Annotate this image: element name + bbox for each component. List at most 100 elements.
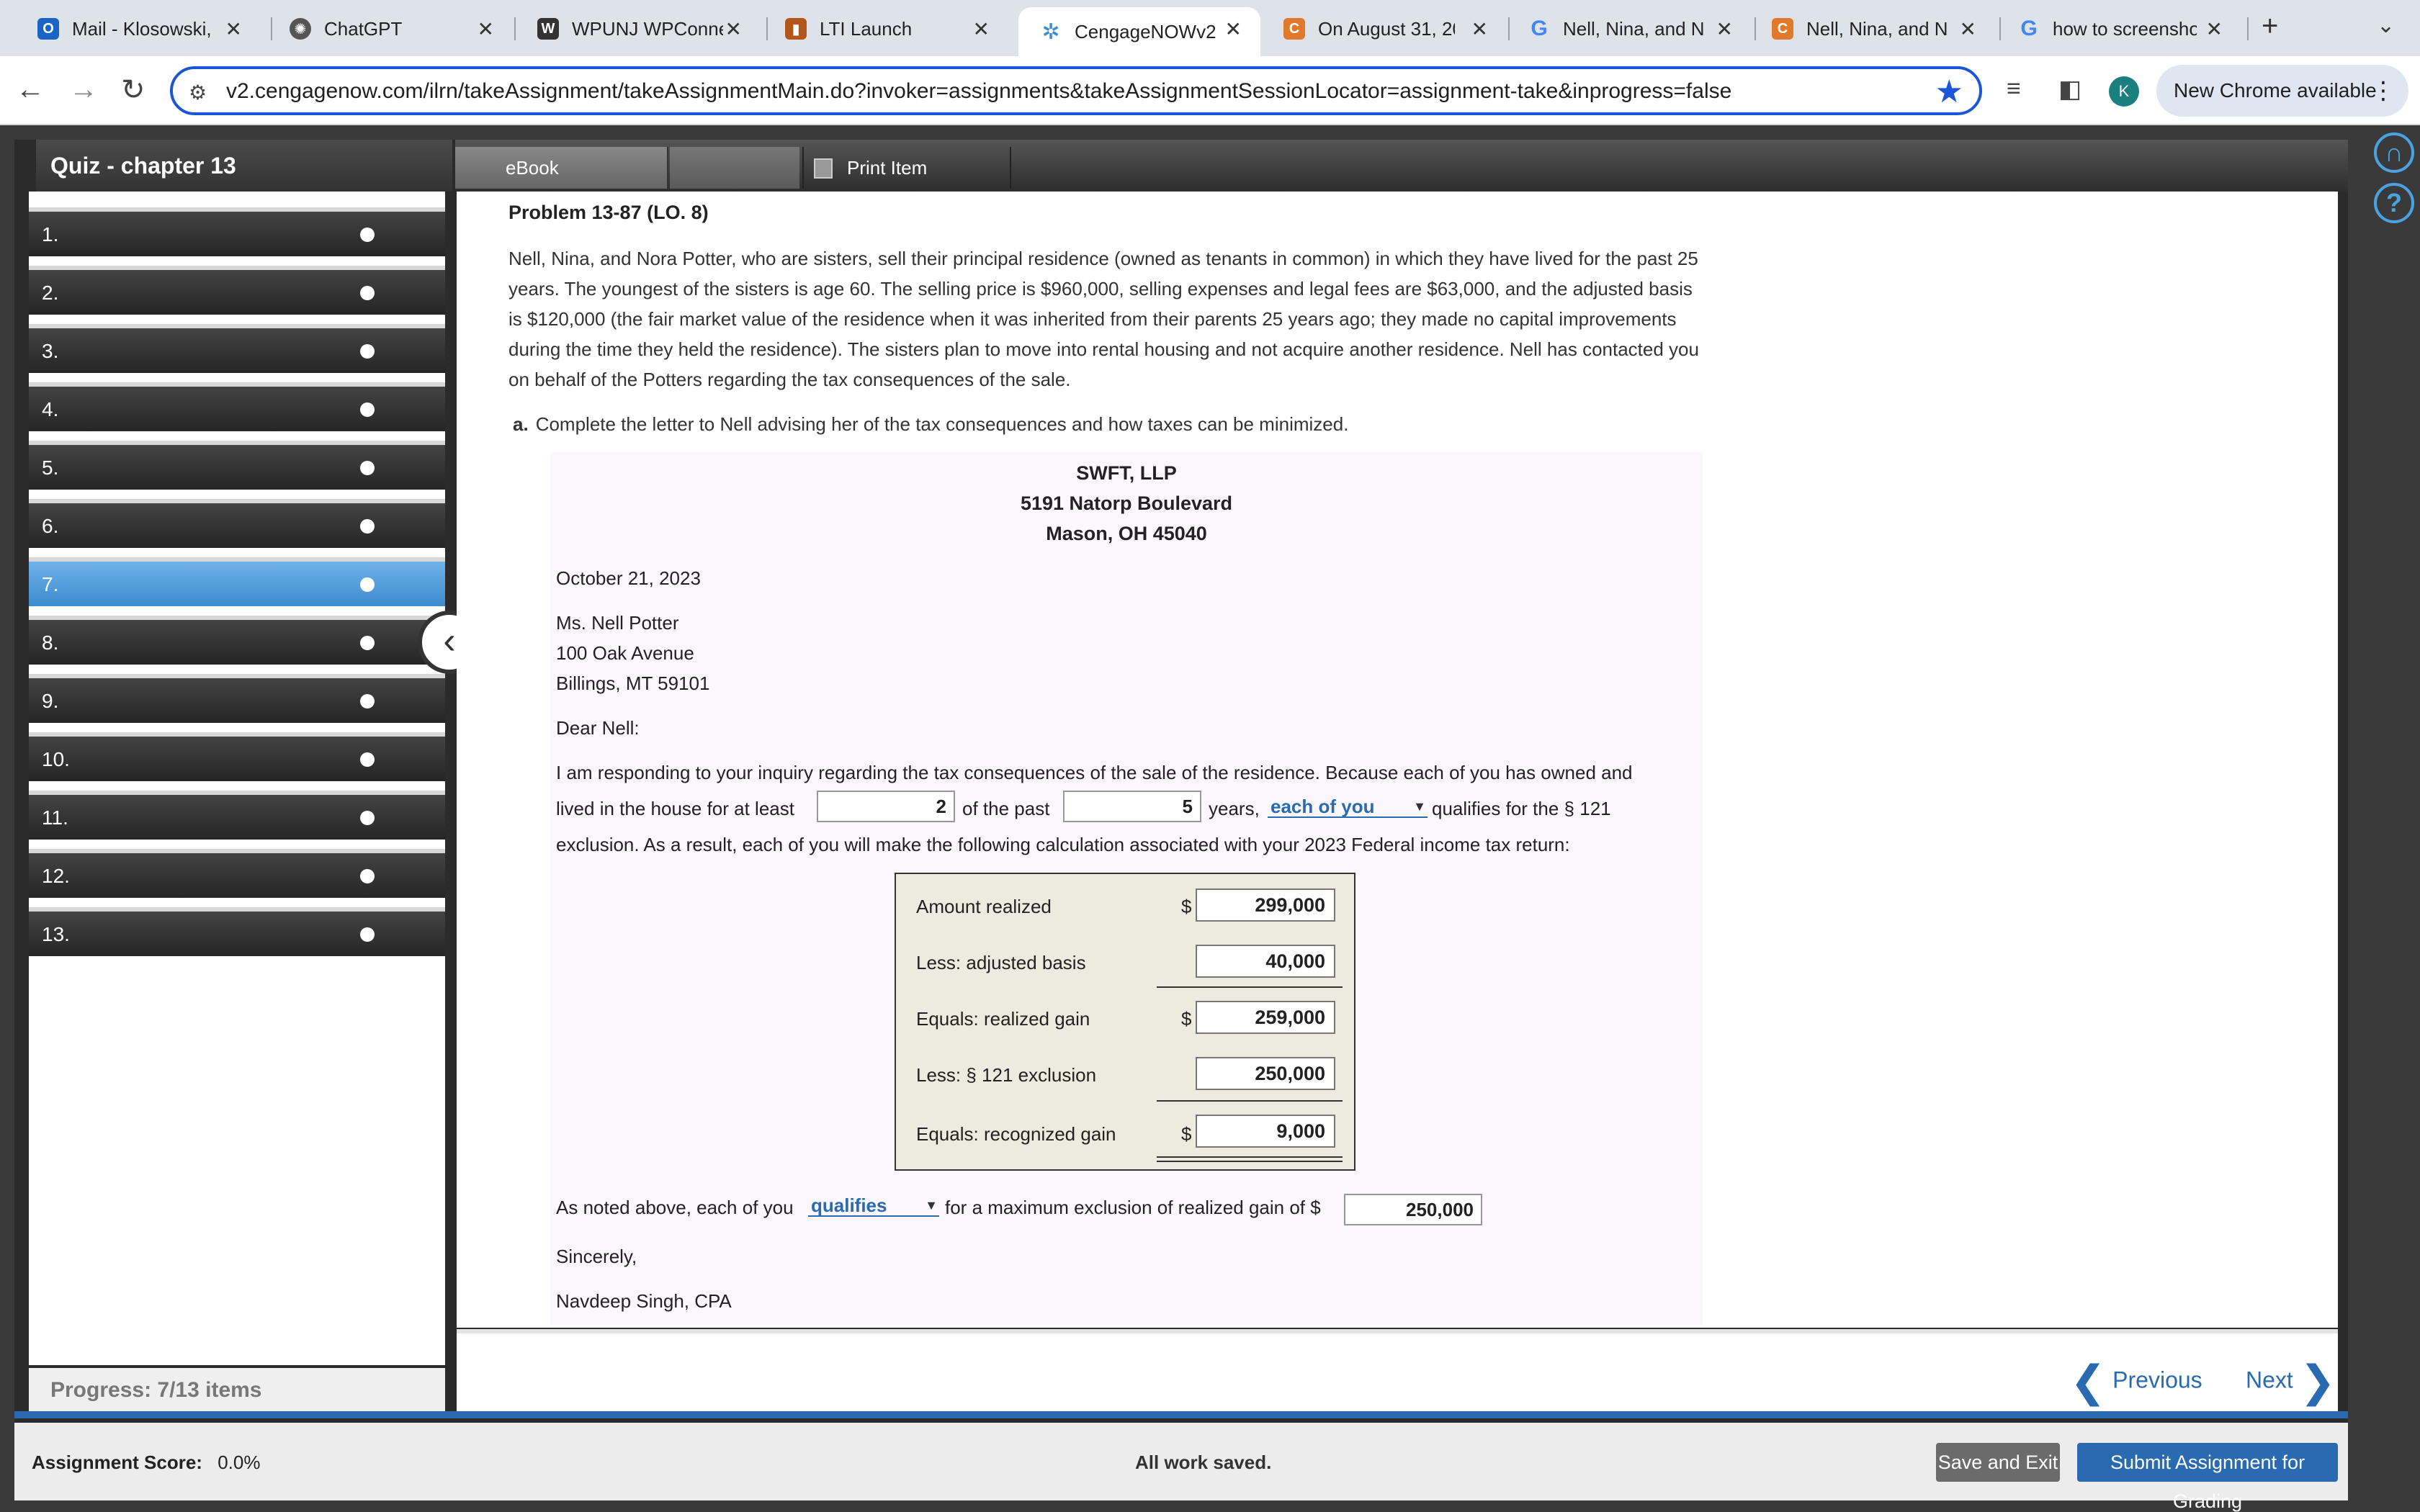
question-item-label: 13. — [42, 923, 70, 945]
question-item-label: 3. — [42, 340, 59, 362]
tab-search-chevron-icon[interactable]: ⌄ — [2377, 13, 2395, 38]
tab-lti-launch[interactable]: ▮ LTI Launch ✕ — [763, 7, 1008, 50]
question-item-label: 9. — [42, 690, 59, 712]
blank-tab[interactable] — [670, 147, 799, 189]
tab-title: CengageNOWv2 — [1075, 20, 1216, 42]
question-item-6[interactable]: 6. — [29, 499, 445, 548]
print-item-label: Print Item — [847, 157, 928, 179]
side-tools: ∩ ? — [2374, 132, 2417, 233]
letter-date: October 21, 2023 — [556, 567, 701, 589]
status-dot-icon — [360, 694, 375, 708]
question-item-10[interactable]: 10. — [29, 732, 445, 781]
total-double-rule — [1157, 1156, 1343, 1158]
new-tab-button[interactable]: + — [2262, 10, 2278, 42]
recipient-name: Ms. Nell Potter — [556, 612, 679, 634]
google-icon: G — [1531, 17, 1548, 40]
url-text[interactable]: v2.cengagenow.com/ilrn/takeAssignment/ta… — [226, 79, 1731, 104]
max-exclusion-input[interactable]: 250,000 — [1344, 1194, 1482, 1225]
close-icon[interactable]: ✕ — [1471, 17, 1488, 41]
close-icon[interactable]: ✕ — [2206, 17, 2223, 41]
reload-icon[interactable]: ↻ — [121, 73, 145, 107]
content-header: eBook Print Item — [455, 140, 2348, 192]
question-item-2[interactable]: 2. — [29, 266, 445, 315]
amount-realized-input[interactable]: 299,000 — [1196, 888, 1335, 922]
realized-gain-label: Equals: realized gain — [916, 1008, 1090, 1030]
close-icon[interactable]: ✕ — [1225, 17, 1242, 41]
problem-text: Nell, Nina, and Nora Potter, who are sis… — [508, 248, 1699, 390]
question-item-9[interactable]: 9. — [29, 674, 445, 723]
tab-wpunj[interactable]: W WPUNJ WPConne ✕ — [516, 7, 761, 50]
tab-separator — [2247, 17, 2249, 40]
outlook-icon: O — [37, 18, 59, 40]
question-item-1[interactable]: 1. — [29, 207, 445, 256]
tab-google-search-nell[interactable]: G Nell, Nina, and No ✕ — [1507, 7, 1752, 50]
back-arrow-icon[interactable]: ← — [16, 73, 45, 106]
recognized-gain-input[interactable]: 9,000 — [1196, 1115, 1335, 1148]
chrome-update-label: New Chrome available — [2174, 79, 2377, 102]
paragraph2-seg1: As noted above, each of you — [556, 1197, 794, 1218]
question-item-11[interactable]: 11. — [29, 791, 445, 840]
chevron-left-icon: ‹ — [443, 620, 456, 662]
question-item-label: 5. — [42, 456, 59, 479]
previous-button[interactable]: ❮ Previous — [2070, 1356, 2202, 1407]
chrome-update-button[interactable]: New Chrome available ⋮ — [2156, 65, 2408, 117]
question-item-label: 1. — [42, 223, 59, 246]
help-icon[interactable]: ? — [2374, 183, 2414, 223]
question-item-12[interactable]: 12. — [29, 849, 445, 898]
close-icon[interactable]: ✕ — [225, 17, 242, 41]
headset-support-icon[interactable]: ∩ — [2374, 132, 2414, 173]
next-label: Next — [2246, 1367, 2293, 1393]
part-a-text: Complete the letter to Nell advising her… — [535, 413, 1349, 435]
tab-title: LTI Launch — [820, 17, 913, 40]
submit-assignment-button[interactable]: Submit Assignment for Grading — [2077, 1443, 2338, 1512]
close-icon[interactable]: ✕ — [1716, 17, 1733, 41]
letter-firm-address1: 5191 Natorp Boulevard — [1020, 492, 1233, 514]
exclusion-input[interactable]: 250,000 — [1196, 1057, 1335, 1090]
question-item-5[interactable]: 5. — [29, 441, 445, 490]
tab-mail[interactable]: O Mail - Klosowski, ✕ — [16, 7, 261, 50]
close-icon[interactable]: ✕ — [478, 17, 494, 41]
tab-title: Mail - Klosowski, — [72, 17, 212, 40]
browser-tab-bar: O Mail - Klosowski, ✕ ✺ ChatGPT ✕ W WPUN… — [0, 0, 2420, 56]
question-item-13[interactable]: 13. — [29, 907, 445, 956]
bookmark-star-icon[interactable]: ★ — [1935, 73, 1963, 110]
chevron-left-icon: ❮ — [2070, 1357, 2107, 1405]
close-icon[interactable]: ✕ — [973, 17, 990, 41]
question-item-label: 4. — [42, 398, 59, 420]
site-settings-icon[interactable]: ⚙ — [189, 81, 207, 104]
reading-list-icon[interactable]: ≡ — [2007, 75, 2021, 103]
question-item-4[interactable]: 4. — [29, 382, 445, 431]
question-item-7[interactable]: 7. — [29, 557, 445, 606]
tab-google-screenshot[interactable]: G how to screensho ✕ — [1996, 7, 2241, 50]
years-owned-input[interactable]: 2 — [817, 791, 955, 822]
caret-down-icon: ▼ — [925, 1198, 938, 1212]
adjusted-basis-input[interactable]: 40,000 — [1196, 945, 1335, 978]
close-icon[interactable]: ✕ — [1960, 17, 1976, 41]
who-qualifies-select[interactable]: each of you ▼ — [1268, 796, 1428, 818]
save-and-exit-button[interactable]: Save and Exit — [1936, 1443, 2060, 1482]
tab-chegg-nell[interactable]: C Nell, Nina, and No ✕ — [1750, 7, 1995, 50]
letter-closing: Sincerely, — [556, 1246, 637, 1267]
assignment-footer: Assignment Score: 0.0% All work saved. S… — [14, 1423, 2348, 1512]
address-bar[interactable]: ⚙ v2.cengagenow.com/ilrn/takeAssignment/… — [170, 66, 1982, 115]
close-icon[interactable]: ✕ — [725, 17, 742, 41]
question-item-8[interactable]: 8. — [29, 616, 445, 665]
tab-chatgpt[interactable]: ✺ ChatGPT ✕ — [268, 7, 513, 50]
tab-on-august[interactable]: C On August 31, 20 ✕ — [1262, 7, 1507, 50]
forward-arrow-icon[interactable]: → — [69, 73, 98, 106]
print-item-button[interactable]: Print Item — [802, 147, 1011, 189]
years-past-input[interactable]: 5 — [1063, 791, 1201, 822]
question-item-3[interactable]: 3. — [29, 324, 445, 373]
next-button[interactable]: Next ❯ — [2246, 1356, 2336, 1407]
who-qualifies-value: each of you — [1270, 796, 1375, 817]
more-menu-icon[interactable]: ⋮ — [2371, 65, 2396, 117]
ebook-tab[interactable]: eBook — [455, 147, 668, 189]
side-panel-icon[interactable]: ◧ — [2058, 75, 2081, 104]
qualifies-select[interactable]: qualifies ▼ — [808, 1195, 939, 1217]
status-dot-icon — [360, 519, 375, 534]
exclusion-label: Less: § 121 exclusion — [916, 1064, 1097, 1086]
tab-cengagenow[interactable]: ✲ CengageNOWv2 ✕ — [1018, 7, 1260, 56]
profile-avatar[interactable]: K — [2109, 76, 2139, 107]
realized-gain-input[interactable]: 259,000 — [1196, 1001, 1335, 1034]
adjusted-basis-label: Less: adjusted basis — [916, 952, 1086, 973]
